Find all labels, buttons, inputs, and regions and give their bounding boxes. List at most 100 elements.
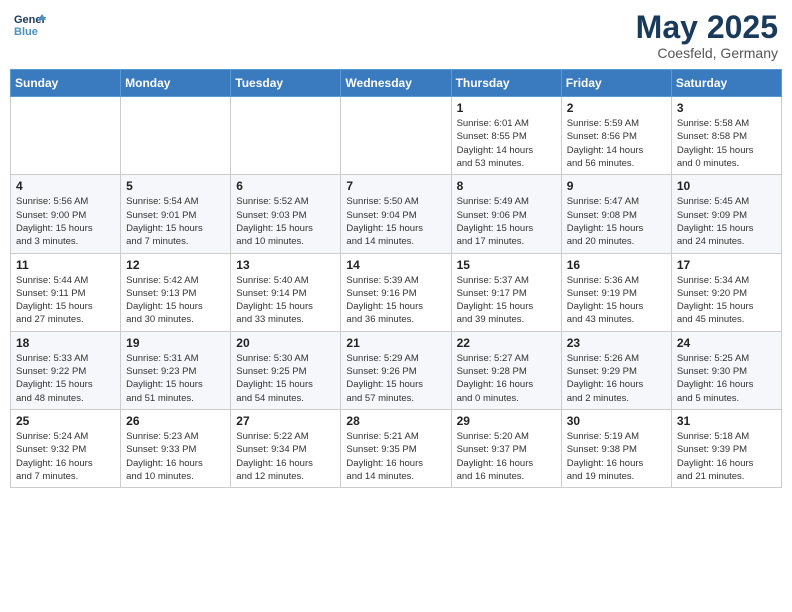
calendar-cell: 12 Sunrise: 5:42 AMSunset: 9:13 PMDayligh… bbox=[121, 253, 231, 331]
calendar-cell bbox=[121, 97, 231, 175]
calendar-cell: 22 Sunrise: 5:27 AMSunset: 9:28 PMDayligh… bbox=[451, 331, 561, 409]
day-info: Sunrise: 5:25 AMSunset: 9:30 PMDaylight:… bbox=[677, 352, 776, 405]
calendar-cell: 15Sunrise: 5:37 AMSunset: 9:17 PMDayligh… bbox=[451, 253, 561, 331]
day-info: Sunrise: 5:22 AMSunset: 9:34 PMDaylight:… bbox=[236, 430, 335, 483]
calendar-cell: 7 Sunrise: 5:50 AMSunset: 9:04 PMDaylight… bbox=[341, 175, 451, 253]
svg-text:Blue: Blue bbox=[14, 26, 38, 38]
calendar-cell bbox=[341, 97, 451, 175]
month-title: May 2025 bbox=[636, 10, 778, 45]
day-number: 1 bbox=[457, 101, 556, 115]
day-info: Sunrise: 5:24 AMSunset: 9:32 PMDaylight:… bbox=[16, 430, 115, 483]
calendar-cell: 24 Sunrise: 5:25 AMSunset: 9:30 PMDayligh… bbox=[671, 331, 781, 409]
day-number: 26 bbox=[126, 414, 225, 428]
col-header-friday: Friday bbox=[561, 70, 671, 97]
day-info: Sunrise: 5:45 AMSunset: 9:09 PMDaylight:… bbox=[677, 195, 776, 248]
day-number: 29 bbox=[457, 414, 556, 428]
calendar-cell: 25 Sunrise: 5:24 AMSunset: 9:32 PMDayligh… bbox=[11, 409, 121, 487]
calendar-cell: 21 Sunrise: 5:29 AMSunset: 9:26 PMDayligh… bbox=[341, 331, 451, 409]
day-info: Sunrise: 5:27 AMSunset: 9:28 PMDaylight:… bbox=[457, 352, 556, 405]
day-number: 14 bbox=[346, 258, 445, 272]
day-info: Sunrise: 5:34 AMSunset: 9:20 PMDaylight:… bbox=[677, 274, 776, 327]
calendar-cell: 20 Sunrise: 5:30 AMSunset: 9:25 PMDayligh… bbox=[231, 331, 341, 409]
day-number: 23 bbox=[567, 336, 666, 350]
day-number: 7 bbox=[346, 179, 445, 193]
day-info: Sunrise: 5:39 AMSunset: 9:16 PMDaylight:… bbox=[346, 274, 445, 327]
day-info: Sunrise: 5:31 AMSunset: 9:23 PMDaylight:… bbox=[126, 352, 225, 405]
day-number: 20 bbox=[236, 336, 335, 350]
day-number: 3 bbox=[677, 101, 776, 115]
day-info: Sunrise: 5:56 AMSunset: 9:00 PMDaylight:… bbox=[16, 195, 115, 248]
calendar-cell: 8Sunrise: 5:49 AMSunset: 9:06 PMDaylight… bbox=[451, 175, 561, 253]
day-number: 25 bbox=[16, 414, 115, 428]
day-number: 2 bbox=[567, 101, 666, 115]
calendar-table: SundayMondayTuesdayWednesdayThursdayFrid… bbox=[10, 69, 782, 488]
calendar-cell: 19 Sunrise: 5:31 AMSunset: 9:23 PMDayligh… bbox=[121, 331, 231, 409]
day-info: Sunrise: 5:42 AMSunset: 9:13 PMDaylight:… bbox=[126, 274, 225, 327]
day-number: 24 bbox=[677, 336, 776, 350]
day-number: 12 bbox=[126, 258, 225, 272]
calendar-header-row: SundayMondayTuesdayWednesdayThursdayFrid… bbox=[11, 70, 782, 97]
calendar-cell: 2 Sunrise: 5:59 AMSunset: 8:56 PMDaylight… bbox=[561, 97, 671, 175]
calendar-cell: 10 Sunrise: 5:45 AMSunset: 9:09 PMDayligh… bbox=[671, 175, 781, 253]
day-info: Sunrise: 5:44 AMSunset: 9:11 PMDaylight:… bbox=[16, 274, 115, 327]
calendar-cell: 11 Sunrise: 5:44 AMSunset: 9:11 PMDayligh… bbox=[11, 253, 121, 331]
calendar-week-2: 4Sunrise: 5:56 AMSunset: 9:00 PMDaylight… bbox=[11, 175, 782, 253]
calendar-cell: 26 Sunrise: 5:23 AMSunset: 9:33 PMDayligh… bbox=[121, 409, 231, 487]
day-info: Sunrise: 5:33 AMSunset: 9:22 PMDaylight:… bbox=[16, 352, 115, 405]
calendar-cell: 31 Sunrise: 5:18 AMSunset: 9:39 PMDayligh… bbox=[671, 409, 781, 487]
calendar-cell: 27 Sunrise: 5:22 AMSunset: 9:34 PMDayligh… bbox=[231, 409, 341, 487]
calendar-cell: 3 Sunrise: 5:58 AMSunset: 8:58 PMDaylight… bbox=[671, 97, 781, 175]
day-number: 11 bbox=[16, 258, 115, 272]
day-info: Sunrise: 5:40 AMSunset: 9:14 PMDaylight:… bbox=[236, 274, 335, 327]
day-info: Sunrise: 5:19 AMSunset: 9:38 PMDaylight:… bbox=[567, 430, 666, 483]
calendar-cell: 28 Sunrise: 5:21 AMSunset: 9:35 PMDayligh… bbox=[341, 409, 451, 487]
calendar-cell: 16Sunrise: 5:36 AMSunset: 9:19 PMDayligh… bbox=[561, 253, 671, 331]
calendar-cell: 9 Sunrise: 5:47 AMSunset: 9:08 PMDaylight… bbox=[561, 175, 671, 253]
location: Coesfeld, Germany bbox=[636, 45, 778, 61]
day-number: 28 bbox=[346, 414, 445, 428]
day-number: 9 bbox=[567, 179, 666, 193]
day-info: Sunrise: 5:18 AMSunset: 9:39 PMDaylight:… bbox=[677, 430, 776, 483]
day-info: Sunrise: 5:50 AMSunset: 9:04 PMDaylight:… bbox=[346, 195, 445, 248]
calendar-cell: 29 Sunrise: 5:20 AMSunset: 9:37 PMDayligh… bbox=[451, 409, 561, 487]
calendar-cell: 23 Sunrise: 5:26 AMSunset: 9:29 PMDayligh… bbox=[561, 331, 671, 409]
day-number: 19 bbox=[126, 336, 225, 350]
day-info: Sunrise: 5:21 AMSunset: 9:35 PMDaylight:… bbox=[346, 430, 445, 483]
day-info: Sunrise: 5:29 AMSunset: 9:26 PMDaylight:… bbox=[346, 352, 445, 405]
day-number: 31 bbox=[677, 414, 776, 428]
day-info: Sunrise: 5:47 AMSunset: 9:08 PMDaylight:… bbox=[567, 195, 666, 248]
day-info: Sunrise: 5:59 AMSunset: 8:56 PMDaylight:… bbox=[567, 117, 666, 170]
calendar-week-4: 18 Sunrise: 5:33 AMSunset: 9:22 PMDayligh… bbox=[11, 331, 782, 409]
day-info: Sunrise: 5:23 AMSunset: 9:33 PMDaylight:… bbox=[126, 430, 225, 483]
day-number: 10 bbox=[677, 179, 776, 193]
calendar-cell: 1 Sunrise: 6:01 AMSunset: 8:55 PMDaylight… bbox=[451, 97, 561, 175]
day-info: Sunrise: 6:01 AMSunset: 8:55 PMDaylight:… bbox=[457, 117, 556, 170]
day-info: Sunrise: 5:58 AMSunset: 8:58 PMDaylight:… bbox=[677, 117, 776, 170]
calendar-cell: 30Sunrise: 5:19 AMSunset: 9:38 PMDayligh… bbox=[561, 409, 671, 487]
title-block: May 2025 Coesfeld, Germany bbox=[636, 10, 778, 61]
calendar-cell bbox=[231, 97, 341, 175]
day-number: 18 bbox=[16, 336, 115, 350]
col-header-sunday: Sunday bbox=[11, 70, 121, 97]
day-info: Sunrise: 5:54 AMSunset: 9:01 PMDaylight:… bbox=[126, 195, 225, 248]
calendar-week-3: 11 Sunrise: 5:44 AMSunset: 9:11 PMDayligh… bbox=[11, 253, 782, 331]
col-header-wednesday: Wednesday bbox=[341, 70, 451, 97]
day-info: Sunrise: 5:36 AMSunset: 9:19 PMDaylight:… bbox=[567, 274, 666, 327]
day-number: 21 bbox=[346, 336, 445, 350]
day-info: Sunrise: 5:20 AMSunset: 9:37 PMDaylight:… bbox=[457, 430, 556, 483]
col-header-monday: Monday bbox=[121, 70, 231, 97]
calendar-cell: 5 Sunrise: 5:54 AMSunset: 9:01 PMDaylight… bbox=[121, 175, 231, 253]
calendar-cell: 4Sunrise: 5:56 AMSunset: 9:00 PMDaylight… bbox=[11, 175, 121, 253]
calendar-cell: 17Sunrise: 5:34 AMSunset: 9:20 PMDayligh… bbox=[671, 253, 781, 331]
calendar-cell: 18 Sunrise: 5:33 AMSunset: 9:22 PMDayligh… bbox=[11, 331, 121, 409]
logo: General Blue bbox=[14, 10, 46, 38]
day-number: 22 bbox=[457, 336, 556, 350]
calendar-cell bbox=[11, 97, 121, 175]
day-info: Sunrise: 5:52 AMSunset: 9:03 PMDaylight:… bbox=[236, 195, 335, 248]
day-number: 5 bbox=[126, 179, 225, 193]
day-number: 27 bbox=[236, 414, 335, 428]
day-info: Sunrise: 5:26 AMSunset: 9:29 PMDaylight:… bbox=[567, 352, 666, 405]
day-info: Sunrise: 5:30 AMSunset: 9:25 PMDaylight:… bbox=[236, 352, 335, 405]
page-header: General Blue May 2025 Coesfeld, Germany bbox=[10, 10, 782, 61]
day-number: 15 bbox=[457, 258, 556, 272]
